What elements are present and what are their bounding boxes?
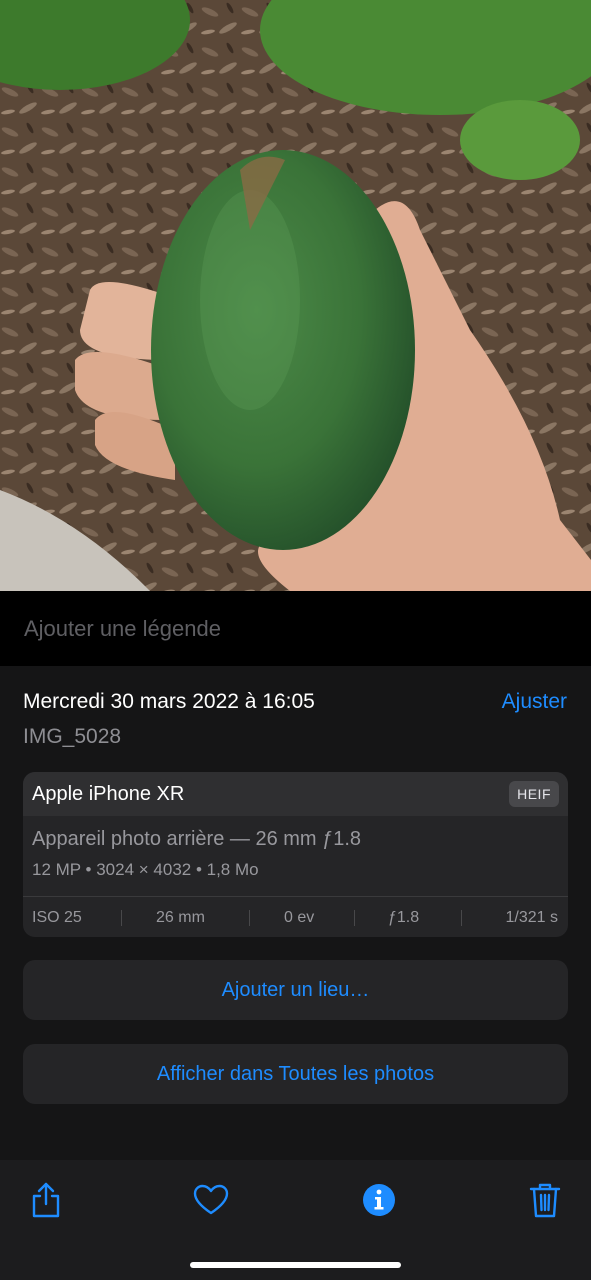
share-icon[interactable] [26, 1180, 66, 1220]
show-in-all-photos-button[interactable]: Afficher dans Toutes les photos [23, 1044, 568, 1104]
device-name: Apple iPhone XR [32, 783, 185, 805]
exif-shutter: 1/321 s [505, 908, 558, 926]
trash-icon[interactable] [525, 1180, 565, 1220]
metadata-header: Apple iPhone XR HEIF [23, 772, 568, 816]
exif-row: ISO 25 26 mm 0 ev ƒ1.8 1/321 s [23, 896, 568, 937]
info-panel: Mercredi 30 mars 2022 à 16:05 Ajuster IM… [0, 666, 591, 1160]
heart-icon[interactable] [191, 1180, 231, 1220]
exif-divider [121, 909, 122, 926]
metadata-card: Apple iPhone XR HEIF Appareil photo arri… [23, 772, 568, 937]
exif-divider [461, 909, 462, 926]
exif-focal: 26 mm [156, 908, 205, 926]
caption-input[interactable] [24, 609, 564, 649]
home-indicator[interactable] [190, 1262, 401, 1268]
format-badge: HEIF [509, 781, 559, 807]
lens-info: Appareil photo arrière — 26 mm ƒ1.8 [32, 828, 362, 850]
image-specs: 12 MP • 3024 × 4032 • 1,8 Mo [32, 860, 259, 879]
exif-iso: ISO 25 [32, 908, 82, 926]
info-icon[interactable] [359, 1180, 399, 1220]
file-name: IMG_5028 [23, 725, 122, 748]
caption-bar [0, 591, 591, 666]
adjust-button[interactable]: Ajuster [502, 690, 567, 714]
exif-divider [249, 909, 250, 926]
photo[interactable] [0, 0, 591, 591]
exif-aperture: ƒ1.8 [388, 908, 420, 926]
exif-ev: 0 ev [284, 908, 315, 926]
capture-date: Mercredi 30 mars 2022 à 16:05 [23, 690, 315, 713]
exif-divider [354, 909, 355, 926]
add-location-button[interactable]: Ajouter un lieu… [23, 960, 568, 1020]
avocado-photo [0, 0, 591, 591]
